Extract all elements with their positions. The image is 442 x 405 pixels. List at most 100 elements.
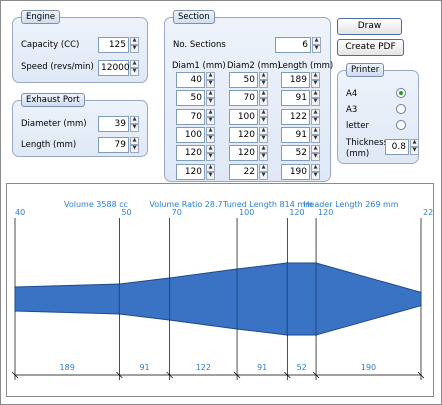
arrow-down-icon[interactable]: ▼ [259,153,268,162]
arrow-down-icon[interactable]: ▼ [206,171,215,180]
arrow-down-icon[interactable]: ▼ [130,124,139,132]
arrow-down-icon[interactable]: ▼ [206,98,215,107]
section-diam1-input[interactable]: 50 [176,90,205,107]
arrow-up-icon[interactable]: ▲ [206,126,215,135]
section-diam2-input[interactable]: 120 [229,126,258,143]
printer-option-letter-radio[interactable] [396,120,406,130]
arrow-down-icon[interactable]: ▼ [130,145,139,153]
arrow-down-icon[interactable]: ▼ [259,98,268,107]
arrow-down-icon[interactable]: ▼ [259,171,268,180]
arrow-up-icon[interactable]: ▲ [311,72,320,80]
arrow-up-icon[interactable]: ▲ [130,137,139,145]
diameter-stepper-arrows[interactable]: ▲ ▼ [130,116,139,132]
arrow-up-icon[interactable]: ▲ [206,163,215,172]
section-length-stepper-arrows[interactable]: ▲ ▼ [311,126,320,143]
speed-stepper[interactable]: 12000 ▲ ▼ [98,60,139,76]
arrow-down-icon[interactable]: ▼ [311,98,320,107]
arrow-up-icon[interactable]: ▲ [311,126,320,135]
arrow-up-icon[interactable]: ▲ [206,90,215,99]
section-length-input[interactable]: 190 [281,163,310,180]
capacity-input[interactable]: 125 [98,37,129,53]
section-diam1-stepper[interactable]: 70 ▲ ▼ [176,108,215,125]
capacity-stepper-arrows[interactable]: ▲ ▼ [130,37,139,53]
arrow-up-icon[interactable]: ▲ [206,72,215,80]
section-diam1-stepper-arrows[interactable]: ▲ ▼ [206,145,215,162]
thickness-stepper[interactable]: 0.8 ▲ ▼ [385,139,419,155]
section-diam2-stepper-arrows[interactable]: ▲ ▼ [259,72,268,88]
length-stepper-arrows[interactable]: ▲ ▼ [130,137,139,153]
arrow-down-icon[interactable]: ▼ [130,68,139,76]
arrow-up-icon[interactable]: ▲ [206,145,215,154]
section-diam1-stepper-arrows[interactable]: ▲ ▼ [206,72,215,88]
section-diam1-input[interactable]: 100 [176,126,205,143]
section-diam2-stepper[interactable]: 120 ▲ ▼ [229,126,268,143]
thickness-stepper-arrows[interactable]: ▲ ▼ [410,139,419,155]
section-length-stepper[interactable]: 190 ▲ ▼ [281,163,320,180]
arrow-down-icon[interactable]: ▼ [206,134,215,143]
section-diam1-stepper[interactable]: 40 ▲ ▼ [176,72,215,88]
section-length-input[interactable]: 189 [281,72,310,88]
draw-button[interactable]: Draw [337,18,402,35]
printer-option-a3-radio[interactable] [396,104,406,114]
section-diam2-stepper[interactable]: 70 ▲ ▼ [229,90,268,107]
section-length-stepper-arrows[interactable]: ▲ ▼ [311,145,320,162]
section-length-stepper-arrows[interactable]: ▲ ▼ [311,90,320,107]
arrow-up-icon[interactable]: ▲ [130,37,139,45]
arrow-up-icon[interactable]: ▲ [410,139,419,147]
section-diam2-input[interactable]: 22 [229,163,258,180]
arrow-down-icon[interactable]: ▼ [410,147,419,155]
speed-input[interactable]: 12000 [98,60,130,76]
arrow-down-icon[interactable]: ▼ [130,45,139,53]
printer-option-a4-radio[interactable] [396,88,406,98]
arrow-up-icon[interactable]: ▲ [312,37,321,45]
no-sections-stepper[interactable]: 6 ▲ ▼ [275,37,321,53]
arrow-up-icon[interactable]: ▲ [259,163,268,172]
arrow-up-icon[interactable]: ▲ [206,108,215,117]
section-diam2-input[interactable]: 120 [229,145,258,162]
section-diam1-stepper-arrows[interactable]: ▲ ▼ [206,126,215,143]
arrow-down-icon[interactable]: ▼ [311,153,320,162]
section-diam2-stepper-arrows[interactable]: ▲ ▼ [259,108,268,125]
section-diam2-stepper[interactable]: 50 ▲ ▼ [229,72,268,88]
arrow-down-icon[interactable]: ▼ [311,171,320,180]
section-length-stepper[interactable]: 189 ▲ ▼ [281,72,320,88]
arrow-down-icon[interactable]: ▼ [311,134,320,143]
arrow-down-icon[interactable]: ▼ [259,116,268,125]
section-length-input[interactable]: 91 [281,90,310,107]
speed-stepper-arrows[interactable]: ▲ ▼ [130,60,139,76]
arrow-up-icon[interactable]: ▲ [259,108,268,117]
section-diam1-input[interactable]: 120 [176,163,205,180]
arrow-up-icon[interactable]: ▲ [311,163,320,172]
section-diam1-stepper-arrows[interactable]: ▲ ▼ [206,163,215,180]
create-pdf-button[interactable]: Create PDF [337,39,404,56]
arrow-down-icon[interactable]: ▼ [259,134,268,143]
diameter-input[interactable]: 39 [98,116,129,132]
section-diam2-stepper-arrows[interactable]: ▲ ▼ [259,163,268,180]
arrow-up-icon[interactable]: ▲ [311,90,320,99]
arrow-down-icon[interactable]: ▼ [206,153,215,162]
arrow-down-icon[interactable]: ▼ [311,80,320,88]
section-diam1-stepper[interactable]: 120 ▲ ▼ [176,163,215,180]
arrow-down-icon[interactable]: ▼ [311,116,320,125]
section-length-stepper[interactable]: 91 ▲ ▼ [281,126,320,143]
arrow-up-icon[interactable]: ▲ [311,145,320,154]
thickness-input[interactable]: 0.8 [385,139,409,155]
section-length-stepper[interactable]: 122 ▲ ▼ [281,108,320,125]
section-diam2-input[interactable]: 50 [229,72,258,88]
section-diam1-input[interactable]: 40 [176,72,205,88]
arrow-up-icon[interactable]: ▲ [130,60,139,68]
arrow-down-icon[interactable]: ▼ [206,116,215,125]
arrow-down-icon[interactable]: ▼ [312,45,321,53]
arrow-up-icon[interactable]: ▲ [130,116,139,124]
length-stepper[interactable]: 79 ▲ ▼ [98,137,139,153]
section-length-input[interactable]: 52 [281,145,310,162]
arrow-up-icon[interactable]: ▲ [259,145,268,154]
section-diam2-input[interactable]: 70 [229,90,258,107]
no-sections-input[interactable]: 6 [275,37,311,53]
section-length-stepper-arrows[interactable]: ▲ ▼ [311,72,320,88]
section-diam2-stepper[interactable]: 22 ▲ ▼ [229,163,268,180]
section-length-stepper-arrows[interactable]: ▲ ▼ [311,163,320,180]
section-length-input[interactable]: 91 [281,126,310,143]
section-diam2-stepper-arrows[interactable]: ▲ ▼ [259,145,268,162]
length-input[interactable]: 79 [98,137,129,153]
